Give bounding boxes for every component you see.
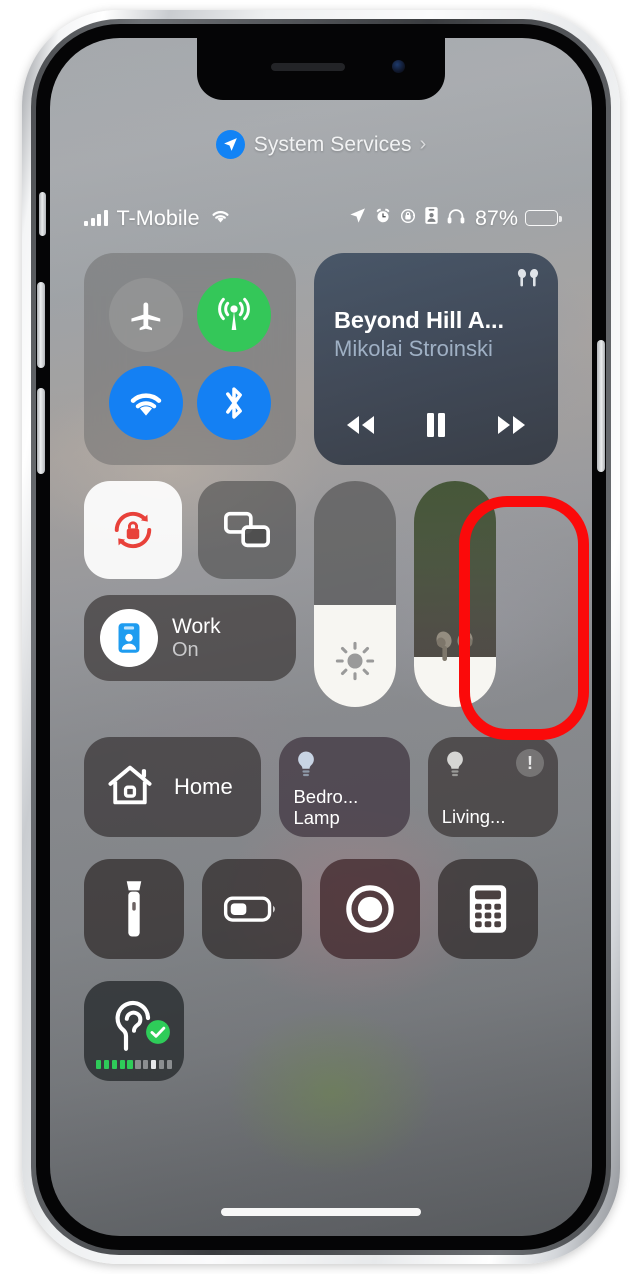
battery-icon — [525, 210, 562, 226]
slider-group — [314, 481, 558, 707]
record-icon — [346, 885, 394, 933]
control-center: Beyond Hill A... Mikolai Stroinski Work … — [84, 253, 558, 1081]
wifi-toggle[interactable] — [109, 366, 183, 440]
chevron-right-icon: › — [419, 133, 427, 155]
alarm-clock-icon — [374, 207, 392, 230]
cc-row-home: Home Bedro... Lamp ! Living... — [84, 737, 558, 837]
location-arrow-icon — [348, 206, 367, 230]
focus-badge-icon — [424, 206, 439, 230]
cc-row-top: Beyond Hill A... Mikolai Stroinski — [84, 253, 558, 465]
home-indicator[interactable] — [221, 1208, 421, 1216]
hearing-level-meter — [96, 1057, 172, 1069]
focus-mode-tile[interactable]: Work On — [84, 595, 296, 681]
airplane-mode-toggle[interactable] — [109, 278, 183, 352]
calculator-icon — [469, 885, 507, 933]
status-bar-right: 87% — [348, 205, 562, 231]
volume-down-button[interactable] — [37, 388, 45, 474]
volume-up-button[interactable] — [37, 282, 45, 368]
phone-frame-mid: System Services › T-Mobile 87% Beyond Hi… — [31, 19, 611, 1255]
accessory-tile-living-room[interactable]: ! Living... — [427, 737, 558, 837]
pause-button[interactable] — [423, 410, 449, 445]
focus-name-label: Work — [172, 615, 221, 639]
fast-forward-button[interactable] — [492, 412, 530, 443]
lightbulb-icon — [293, 749, 319, 786]
screenshot-stage: System Services › T-Mobile 87% Beyond Hi… — [0, 0, 642, 1274]
power-button[interactable] — [597, 340, 605, 472]
bluetooth-icon — [226, 387, 242, 419]
rotation-lock-icon — [399, 207, 417, 230]
home-tile-label: Home — [174, 774, 233, 799]
accessory-label-bedroom: Bedro... Lamp — [293, 786, 359, 829]
screen-mirroring-icon — [224, 511, 270, 548]
hearing-control-button[interactable] — [84, 981, 184, 1081]
cc-row-hearing — [84, 981, 558, 1081]
accessory-top-row — [293, 749, 395, 786]
accessory-warning-badge: ! — [515, 749, 544, 777]
home-icon — [106, 762, 154, 813]
screen-record-button[interactable] — [320, 859, 420, 959]
quick-toggle-row — [84, 481, 296, 579]
volume-slider[interactable] — [414, 481, 496, 707]
phone-frame-outer: System Services › T-Mobile 87% Beyond Hi… — [22, 10, 620, 1264]
airpods-icon — [414, 625, 496, 669]
phone-bezel: System Services › T-Mobile 87% Beyond Hi… — [36, 24, 606, 1250]
media-artist: Mikolai Stroinski — [334, 336, 493, 361]
cellular-data-toggle[interactable] — [197, 278, 271, 352]
front-camera — [392, 60, 405, 73]
brightness-slider[interactable] — [314, 481, 396, 707]
headphones-icon — [446, 207, 466, 230]
brightness-icon — [314, 639, 396, 683]
media-player-module[interactable]: Beyond Hill A... Mikolai Stroinski — [314, 253, 558, 465]
signal-bars-icon — [84, 210, 108, 226]
phone-screen: System Services › T-Mobile 87% Beyond Hi… — [50, 38, 592, 1236]
airpods-icon[interactable] — [514, 267, 542, 296]
status-bar: T-Mobile 87% — [50, 198, 592, 238]
accessory-top-row: ! — [442, 749, 544, 786]
cc-row-utilities — [84, 859, 558, 959]
connectivity-module — [84, 253, 296, 465]
media-title: Beyond Hill A... — [334, 307, 504, 333]
media-controls — [334, 410, 538, 449]
flashlight-button[interactable] — [84, 859, 184, 959]
battery-icon — [223, 896, 275, 922]
wifi-icon — [130, 393, 162, 416]
cellular-icon — [218, 297, 250, 330]
flashlight-icon — [126, 881, 142, 937]
cc-row-second: Work On — [84, 481, 558, 707]
system-services-banner[interactable]: System Services › — [50, 130, 592, 159]
focus-state-label: On — [172, 638, 199, 661]
battery-percent-label: 87% — [474, 205, 518, 230]
airplane-icon — [131, 302, 161, 331]
cc-left-column: Work On — [84, 481, 296, 707]
earpiece-speaker — [271, 63, 345, 71]
wifi-icon — [209, 207, 232, 229]
screen-mirroring-toggle[interactable] — [198, 481, 296, 579]
rotation-lock-toggle[interactable] — [84, 481, 182, 579]
low-power-mode-button[interactable] — [202, 859, 302, 959]
mute-switch[interactable] — [39, 192, 46, 236]
lightbulb-icon — [442, 749, 468, 786]
rotation-lock-icon — [114, 511, 152, 549]
rewind-button[interactable] — [342, 412, 380, 443]
work-badge-icon — [100, 609, 158, 667]
accessory-tile-bedroom-lamp[interactable]: Bedro... Lamp — [279, 737, 410, 837]
home-app-tile[interactable]: Home — [84, 737, 262, 837]
calculator-button[interactable] — [438, 859, 538, 959]
location-arrow-icon — [215, 130, 245, 159]
accessory-label-living: Living... — [441, 805, 506, 827]
notch — [197, 38, 445, 100]
system-services-label: System Services — [253, 132, 412, 156]
bluetooth-toggle[interactable] — [197, 366, 271, 440]
focus-text-group: Work On — [172, 615, 221, 661]
status-bar-left: T-Mobile — [84, 206, 232, 231]
checkmark-icon — [145, 1019, 171, 1050]
carrier-label: T-Mobile — [116, 205, 200, 230]
